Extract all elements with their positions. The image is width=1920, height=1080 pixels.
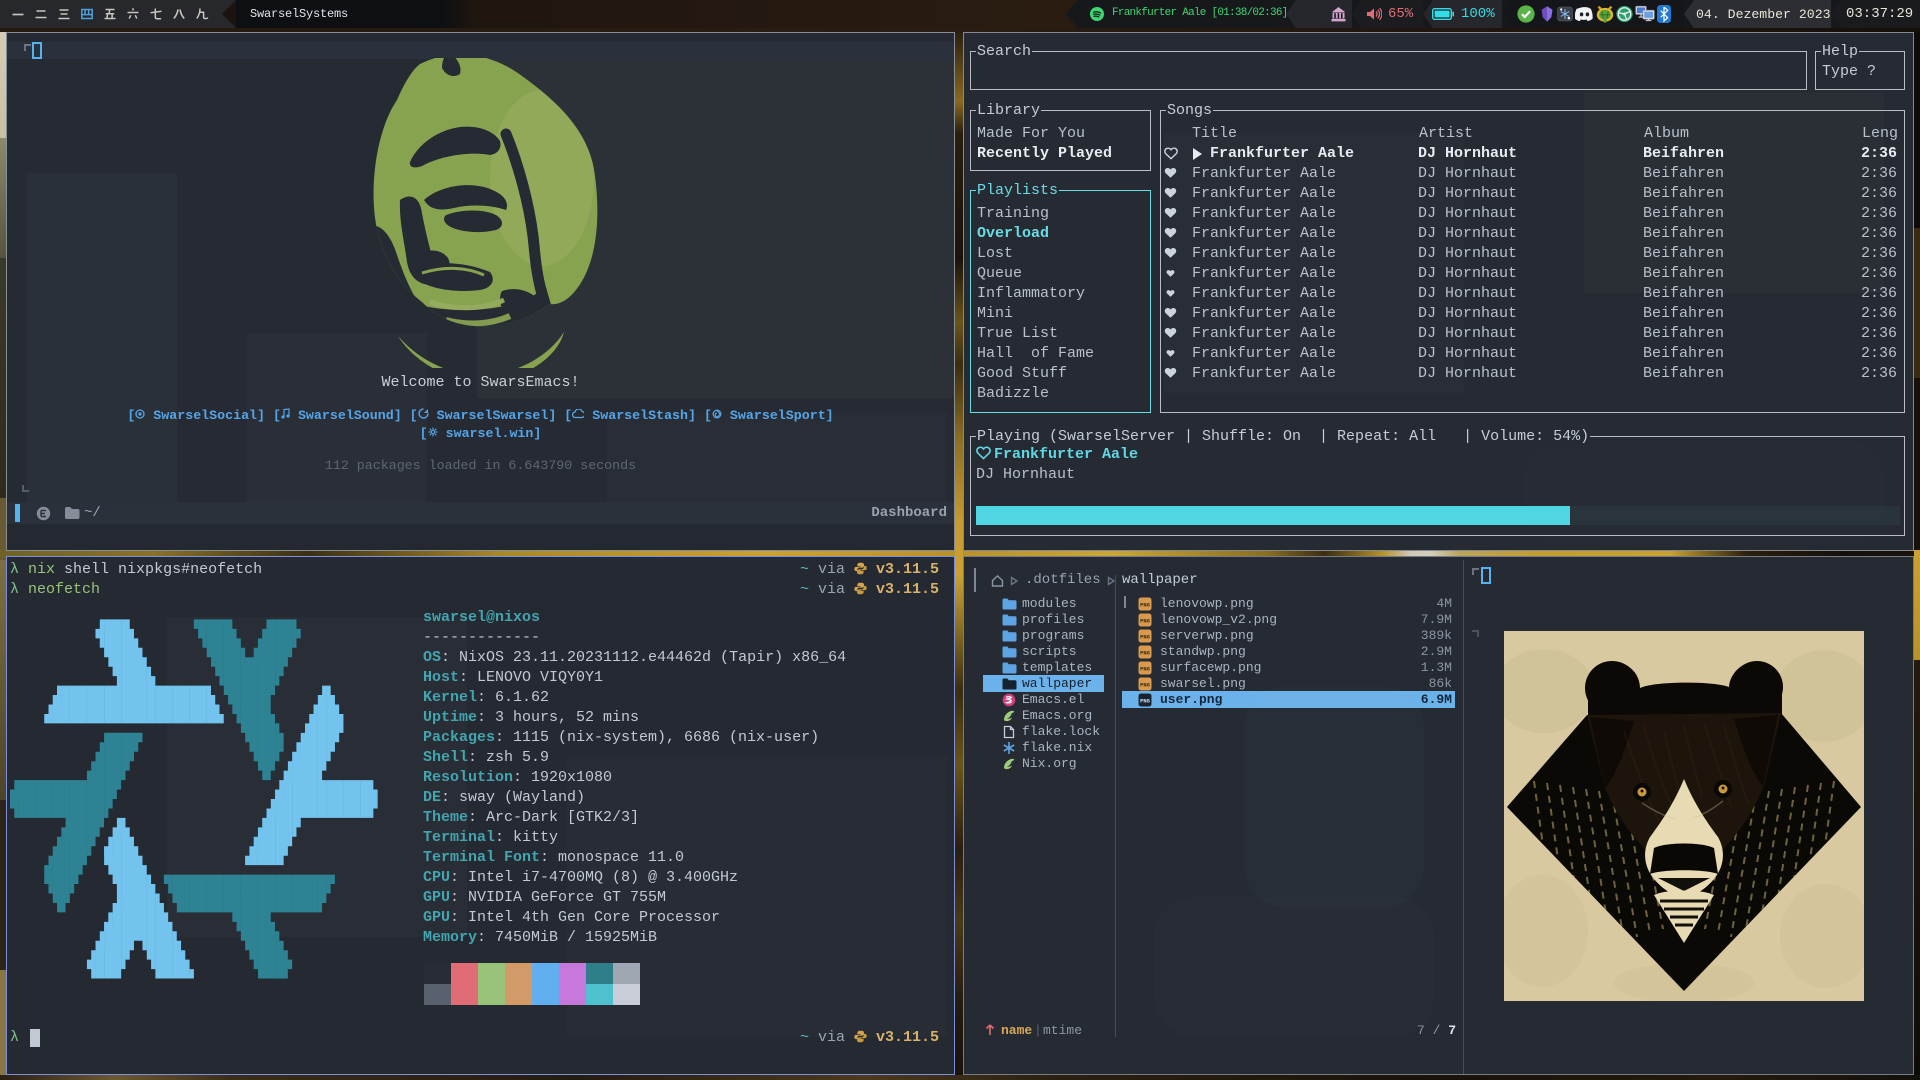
svg-text:PNG: PNG [1140, 683, 1150, 689]
svg-text:PNG: PNG [1140, 699, 1150, 705]
svg-text:PNG: PNG [1140, 667, 1150, 673]
svg-text:PNG: PNG [1140, 619, 1150, 625]
svg-text:PNG: PNG [1140, 651, 1150, 657]
svg-text:PNG: PNG [1140, 603, 1150, 609]
svg-text:PNG: PNG [1140, 635, 1150, 641]
